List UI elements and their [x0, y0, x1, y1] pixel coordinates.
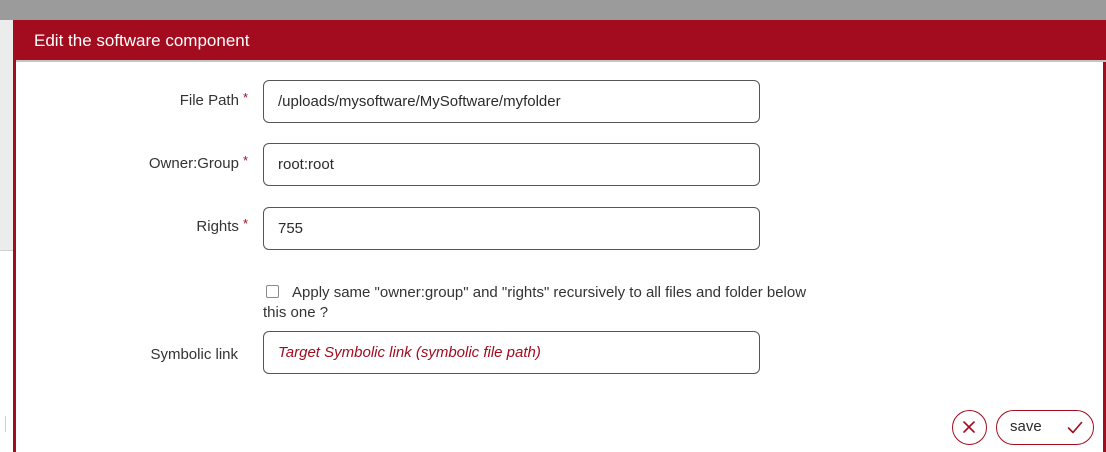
recursive-option: Apply same "owner:group" and "rights" re…: [263, 283, 823, 323]
recursive-checkbox-label: Apply same "owner:group" and "rights" re…: [263, 284, 807, 321]
file-path-input[interactable]: [263, 80, 760, 123]
rights-input[interactable]: [263, 207, 760, 250]
check-icon: [1067, 421, 1083, 434]
dialog-header: Edit the software component: [16, 20, 1106, 62]
edit-component-dialog: Edit the software component File Path* O…: [13, 20, 1106, 452]
cancel-button[interactable]: [952, 410, 987, 445]
symbolic-link-label: Symbolic link: [16, 346, 238, 364]
symbolic-link-label-text: Symbolic link: [150, 346, 238, 363]
dialog-title: Edit the software component: [34, 31, 250, 50]
background-left-panel: [0, 20, 13, 251]
owner-group-label: Owner:Group *: [16, 153, 248, 173]
page: Edit the software component File Path* O…: [0, 0, 1106, 452]
background-divider: [5, 416, 6, 432]
rights-label: Rights *: [16, 216, 248, 236]
recursive-checkbox[interactable]: [266, 285, 279, 298]
symbolic-link-input[interactable]: [263, 331, 760, 374]
required-marker: *: [242, 216, 248, 231]
file-path-label: File Path *: [16, 90, 248, 110]
background-top-bar: [0, 0, 1106, 20]
rights-label-text: Rights: [196, 218, 239, 235]
save-button-label: save: [1010, 418, 1042, 435]
owner-group-label-text: Owner:Group: [148, 155, 239, 172]
required-marker: *: [242, 153, 248, 168]
required-marker: *: [242, 90, 248, 105]
file-path-label-text: File Path: [179, 92, 239, 109]
owner-group-input[interactable]: [263, 143, 760, 186]
save-button[interactable]: save: [996, 410, 1094, 445]
close-icon: [963, 421, 975, 433]
